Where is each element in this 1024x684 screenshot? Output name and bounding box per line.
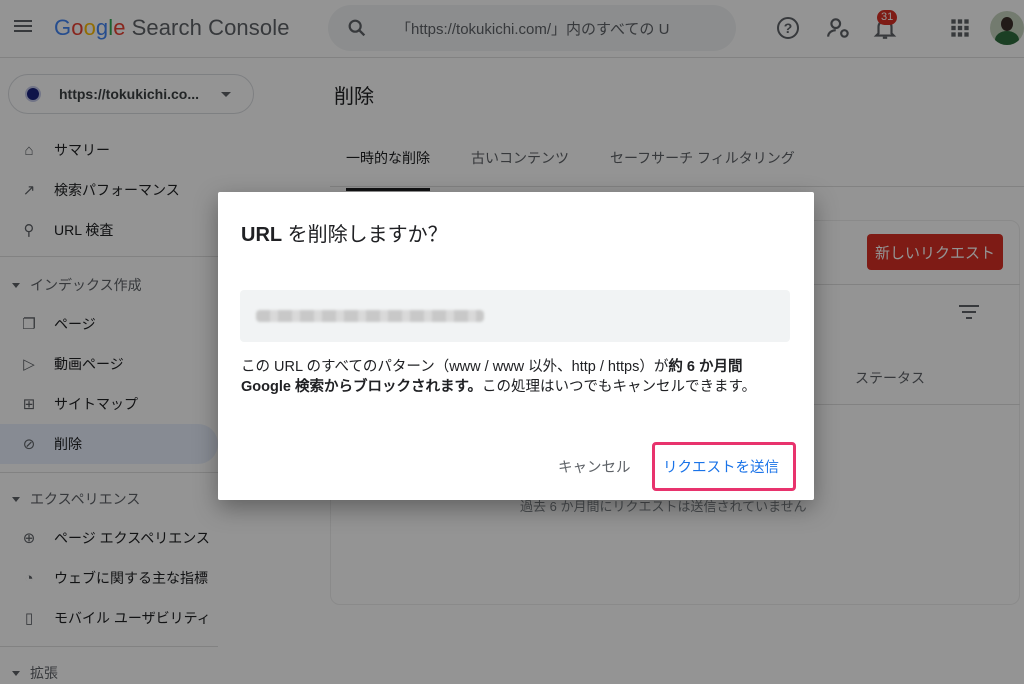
blurred-url <box>256 310 484 322</box>
submit-request-button[interactable]: リクエストを送信 <box>663 456 779 477</box>
dialog-title-url: URL <box>241 224 283 246</box>
dialog-title-text: を削除しますか？ <box>282 224 448 246</box>
dialog-title: URL を削除しますか？ <box>241 218 448 247</box>
cancel-button[interactable]: キャンセル <box>558 456 631 477</box>
remove-url-dialog: URL を削除しますか？ この URL のすべてのパターン（www / www … <box>218 192 814 500</box>
dialog-body-text: この URL のすべてのパターン（www / www 以外、http / htt… <box>241 359 669 375</box>
url-preview-field <box>240 290 790 342</box>
dialog-description: この URL のすべてのパターン（www / www 以外、http / htt… <box>241 357 793 397</box>
dialog-body-text: この処理はいつでもキャンセルできます。 <box>482 379 757 395</box>
